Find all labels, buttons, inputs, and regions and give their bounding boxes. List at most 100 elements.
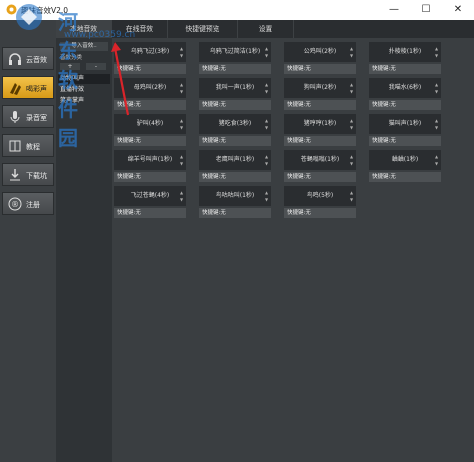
sound-play-button[interactable]: 鸟咕咕叫(1秒): [199, 186, 271, 206]
sound-play-button[interactable]: 乌鸦飞过简洁(1秒): [199, 42, 271, 62]
hotkey-field[interactable]: 快捷键:无: [199, 208, 271, 218]
hotkey-field[interactable]: 快捷键:无: [114, 208, 186, 218]
down-arrow-icon: ▼: [349, 197, 354, 202]
up-arrow-icon: ▲: [434, 118, 439, 123]
hotkey-field[interactable]: 快捷键:无: [199, 64, 271, 74]
sound-card: 猫叫声(1秒) ▲ ▼ 快捷键:无: [369, 114, 441, 150]
sound-arrows[interactable]: ▲ ▼: [264, 117, 269, 131]
down-arrow-icon: ▼: [264, 89, 269, 94]
tab-hotkey-preview[interactable]: 快捷键预览: [168, 20, 238, 38]
svg-text:®: ®: [11, 200, 19, 209]
nav-tutorial[interactable]: 教程: [2, 134, 54, 157]
down-arrow-icon: ▼: [264, 125, 269, 130]
hotkey-field[interactable]: 快捷键:无: [114, 172, 186, 182]
sound-card: 猪吃食(3秒) ▲ ▼ 快捷键:无: [199, 114, 271, 150]
hotkey-field[interactable]: 快捷键:无: [284, 100, 356, 110]
sound-arrows[interactable]: ▲ ▼: [349, 45, 354, 59]
sound-arrows[interactable]: ▲ ▼: [434, 117, 439, 131]
sound-arrows[interactable]: ▲ ▼: [264, 189, 269, 203]
nav-recording-studio[interactable]: 录音室: [2, 105, 54, 128]
sound-arrows[interactable]: ▲ ▼: [349, 81, 354, 95]
sound-card: 狗叫声(2秒) ▲ ▼ 快捷键:无: [284, 78, 356, 114]
sound-play-button[interactable]: 公鸡叫(2秒): [284, 42, 356, 62]
sound-card: 扑棱棱(1秒) ▲ ▼ 快捷键:无: [369, 42, 441, 78]
sound-play-button[interactable]: 鸟鸣(5秒): [284, 186, 356, 206]
sound-arrows[interactable]: ▲ ▼: [349, 117, 354, 131]
nav-applause[interactable]: 喝彩声: [2, 76, 54, 99]
maximize-button[interactable]: ☐: [410, 0, 442, 20]
sound-arrows[interactable]: ▲ ▼: [179, 45, 184, 59]
hotkey-field[interactable]: 快捷键:无: [369, 172, 441, 182]
hotkey-field[interactable]: 快捷键:无: [369, 136, 441, 146]
book-icon: [9, 140, 21, 152]
hotkey-field[interactable]: 快捷键:无: [284, 208, 356, 218]
sound-arrows[interactable]: ▲ ▼: [349, 189, 354, 203]
hotkey-field[interactable]: 快捷键:无: [369, 64, 441, 74]
up-arrow-icon: ▲: [264, 82, 269, 87]
sound-play-button[interactable]: 蛐蛐(1秒): [369, 150, 441, 170]
sound-play-button[interactable]: 猫叫声(1秒): [369, 114, 441, 134]
sound-card: 鸟咕咕叫(1秒) ▲ ▼ 快捷键:无: [199, 186, 271, 222]
up-arrow-icon: ▲: [179, 118, 184, 123]
sound-grid: 乌鸦飞过(3秒) ▲ ▼ 快捷键:无 乌鸦飞过简洁(1秒) ▲ ▼ 快捷键:无 公鸡…: [112, 38, 474, 462]
sound-arrows[interactable]: ▲ ▼: [349, 153, 354, 167]
hotkey-field[interactable]: 快捷键:无: [284, 64, 356, 74]
sound-card: 我叫一声(1秒) ▲ ▼ 快捷键:无: [199, 78, 271, 114]
sound-arrows[interactable]: ▲ ▼: [434, 153, 439, 167]
sound-arrows[interactable]: ▲ ▼: [434, 81, 439, 95]
sound-arrows[interactable]: ▲ ▼: [179, 189, 184, 203]
tab-settings[interactable]: 设置: [238, 20, 294, 38]
up-arrow-icon: ▲: [264, 190, 269, 195]
up-arrow-icon: ▲: [349, 82, 354, 87]
sound-arrows[interactable]: ▲ ▼: [179, 81, 184, 95]
sound-arrows[interactable]: ▲ ▼: [434, 45, 439, 59]
sound-play-button[interactable]: 苍蝇嗡嗡(1秒): [284, 150, 356, 170]
sound-card: 鸟鸣(5秒) ▲ ▼ 快捷键:无: [284, 186, 356, 222]
sound-card: 苍蝇嗡嗡(1秒) ▲ ▼ 快捷键:无: [284, 150, 356, 186]
hotkey-field[interactable]: 快捷键:无: [199, 100, 271, 110]
sound-card: 飞过苍蝇(4秒) ▲ ▼ 快捷键:无: [114, 186, 186, 222]
up-arrow-icon: ▲: [179, 190, 184, 195]
nav-cloud-sounds[interactable]: 云音效: [2, 47, 54, 70]
sound-arrows[interactable]: ▲ ▼: [179, 117, 184, 131]
hotkey-field[interactable]: 快捷键:无: [114, 136, 186, 146]
sound-arrows[interactable]: ▲ ▼: [264, 45, 269, 59]
close-button[interactable]: ✕: [442, 0, 474, 20]
hotkey-field[interactable]: 快捷键:无: [199, 136, 271, 146]
hotkey-field[interactable]: 快捷键:无: [199, 172, 271, 182]
sound-play-button[interactable]: 绵羊号叫声(1秒): [114, 150, 186, 170]
sound-play-button[interactable]: 我叫一声(1秒): [199, 78, 271, 98]
nav-label: 录音室: [26, 114, 47, 122]
minimize-button[interactable]: —: [378, 0, 410, 20]
sound-play-button[interactable]: 扑棱棱(1秒): [369, 42, 441, 62]
sound-card: 蛐蛐(1秒) ▲ ▼ 快捷键:无: [369, 150, 441, 186]
annotation-arrow-icon: [111, 42, 130, 116]
sound-play-button[interactable]: 猪哼哼(1秒): [284, 114, 356, 134]
sound-play-button[interactable]: 我喵水(6秒): [369, 78, 441, 98]
hotkey-field[interactable]: 快捷键:无: [369, 100, 441, 110]
nav-download[interactable]: 下载坑: [2, 163, 54, 186]
nav-label: 喝彩声: [26, 85, 47, 93]
down-arrow-icon: ▼: [179, 197, 184, 202]
hotkey-field[interactable]: 快捷键:无: [284, 136, 356, 146]
hotkey-field[interactable]: 快捷键:无: [284, 172, 356, 182]
down-arrow-icon: ▼: [349, 53, 354, 58]
sound-play-button[interactable]: 猪吃食(3秒): [199, 114, 271, 134]
sound-arrows[interactable]: ▲ ▼: [179, 153, 184, 167]
down-arrow-icon: ▼: [434, 89, 439, 94]
sound-play-button[interactable]: 狗叫声(2秒): [284, 78, 356, 98]
up-arrow-icon: ▲: [434, 82, 439, 87]
up-arrow-icon: ▲: [349, 190, 354, 195]
sound-arrows[interactable]: ▲ ▼: [264, 81, 269, 95]
up-arrow-icon: ▲: [264, 154, 269, 159]
sound-card: 绵羊号叫声(1秒) ▲ ▼ 快捷键:无: [114, 150, 186, 186]
up-arrow-icon: ▲: [264, 46, 269, 51]
remove-category-button[interactable]: -: [86, 63, 106, 70]
sound-arrows[interactable]: ▲ ▼: [264, 153, 269, 167]
sound-play-button[interactable]: 飞过苍蝇(4秒): [114, 186, 186, 206]
nav-register[interactable]: ® 注册: [2, 192, 54, 215]
sound-play-button[interactable]: 老鹰叫声(1秒): [199, 150, 271, 170]
sound-card: 猪哼哼(1秒) ▲ ▼ 快捷键:无: [284, 114, 356, 150]
watermark-logo-icon: [16, 4, 42, 30]
sound-card: 公鸡叫(2秒) ▲ ▼ 快捷键:无: [284, 42, 356, 78]
